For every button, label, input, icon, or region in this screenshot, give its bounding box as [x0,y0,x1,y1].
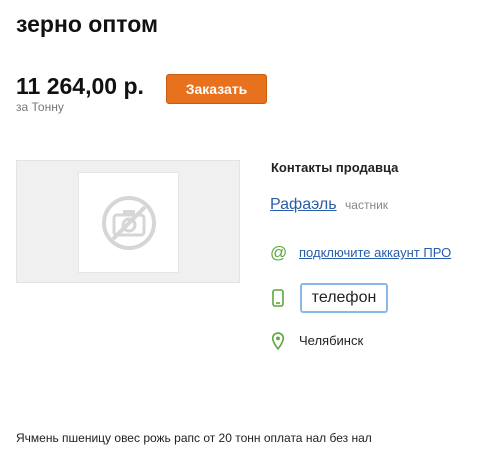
phone-icon [272,289,284,307]
seller-type: частник [345,198,389,212]
seller-name-link[interactable]: Рафаэль [270,196,337,213]
photo-frame [78,172,179,273]
seller-row: Рафаэль частник [270,196,388,214]
price: 11 264,00 р. [16,73,144,99]
contacts-title: Контакты продавца [271,160,399,175]
pin-icon [271,332,285,350]
photo-placeholder [16,160,240,283]
no-photo-icon [102,196,156,250]
at-icon: @ [270,243,288,262]
show-phone-button[interactable]: телефон [300,283,388,313]
listing-title: зерно оптом [16,11,158,37]
description: Ячмень пшеницу овес рожь рапс от 20 тонн… [16,431,372,445]
order-button[interactable]: Заказать [166,74,267,104]
city: Челябинск [299,333,364,348]
price-unit: за Тонну [16,100,64,114]
pro-account-link[interactable]: подключите аккаунт ПРО [299,245,451,260]
